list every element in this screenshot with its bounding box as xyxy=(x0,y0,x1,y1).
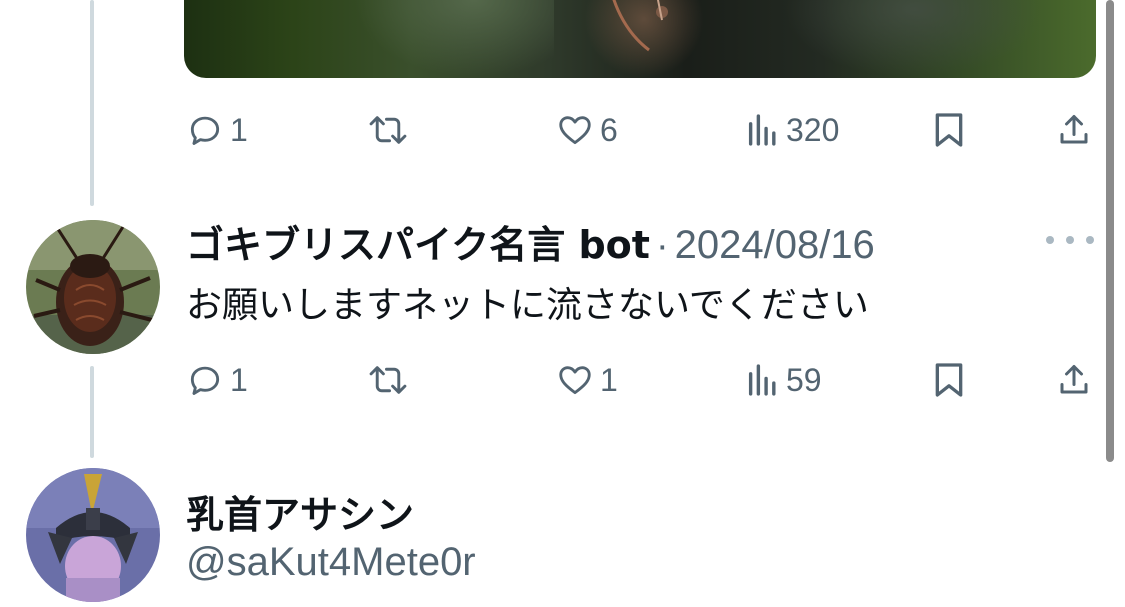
like-count: 6 xyxy=(600,111,618,148)
tweet-1-action-bar: 1 6 320 xyxy=(186,110,1096,150)
reply-icon xyxy=(190,366,220,395)
views-icon xyxy=(748,364,776,396)
reply-button[interactable]: 1 xyxy=(186,110,248,150)
user-handle[interactable]: @saKut4Mete0r xyxy=(186,540,476,585)
reply-count: 1 xyxy=(230,361,248,398)
views-button[interactable]: 320 xyxy=(746,110,839,150)
tweet-media-image[interactable] xyxy=(184,0,1096,78)
share-button[interactable] xyxy=(1056,360,1092,400)
bookmark-button[interactable] xyxy=(932,360,966,400)
cockroach-avatar-image xyxy=(26,220,160,354)
views-button[interactable]: 59 xyxy=(746,360,822,400)
like-button[interactable]: 6 xyxy=(556,110,618,150)
view-count: 59 xyxy=(786,361,822,398)
tweet-3-header: 乳首アサシン xyxy=(186,484,414,539)
more-icon[interactable] xyxy=(1046,226,1094,254)
avatar[interactable] xyxy=(26,468,160,602)
like-icon xyxy=(559,366,591,395)
like-icon xyxy=(559,116,591,145)
bookmark-icon xyxy=(935,113,963,147)
like-count: 1 xyxy=(600,361,618,398)
views-icon xyxy=(748,114,776,146)
retweet-icon xyxy=(369,366,407,394)
scrollbar[interactable] xyxy=(1106,0,1114,462)
retweet-button[interactable] xyxy=(368,110,408,150)
share-icon xyxy=(1060,115,1088,144)
samurai-avatar-image xyxy=(26,468,160,602)
display-name[interactable]: 乳首アサシン xyxy=(186,484,414,539)
view-count: 320 xyxy=(786,111,840,148)
tweet-2-header: ゴキブリスパイク名言 bot · 2024/08/16 xyxy=(186,214,875,269)
separator-dot: · xyxy=(655,225,669,267)
like-button[interactable]: 1 xyxy=(556,360,618,400)
reply-count: 1 xyxy=(230,111,248,148)
share-icon xyxy=(1060,365,1088,394)
thread-line-middle xyxy=(90,366,94,458)
reply-button[interactable]: 1 xyxy=(186,360,248,400)
tweet-text: お願いしますネットに流さないでください xyxy=(186,285,869,326)
timestamp[interactable]: 2024/08/16 xyxy=(675,223,875,268)
thread-line-top xyxy=(90,0,94,206)
bookmark-icon xyxy=(935,363,963,397)
display-name[interactable]: ゴキブリスパイク名言 bot xyxy=(186,214,650,269)
tweet-2-action-bar: 1 1 59 xyxy=(186,360,1096,400)
avatar[interactable] xyxy=(26,220,160,354)
retweet-button[interactable] xyxy=(368,360,408,400)
bookmark-button[interactable] xyxy=(932,110,966,150)
retweet-icon xyxy=(369,116,407,144)
share-button[interactable] xyxy=(1056,110,1092,150)
reply-icon xyxy=(190,116,220,145)
